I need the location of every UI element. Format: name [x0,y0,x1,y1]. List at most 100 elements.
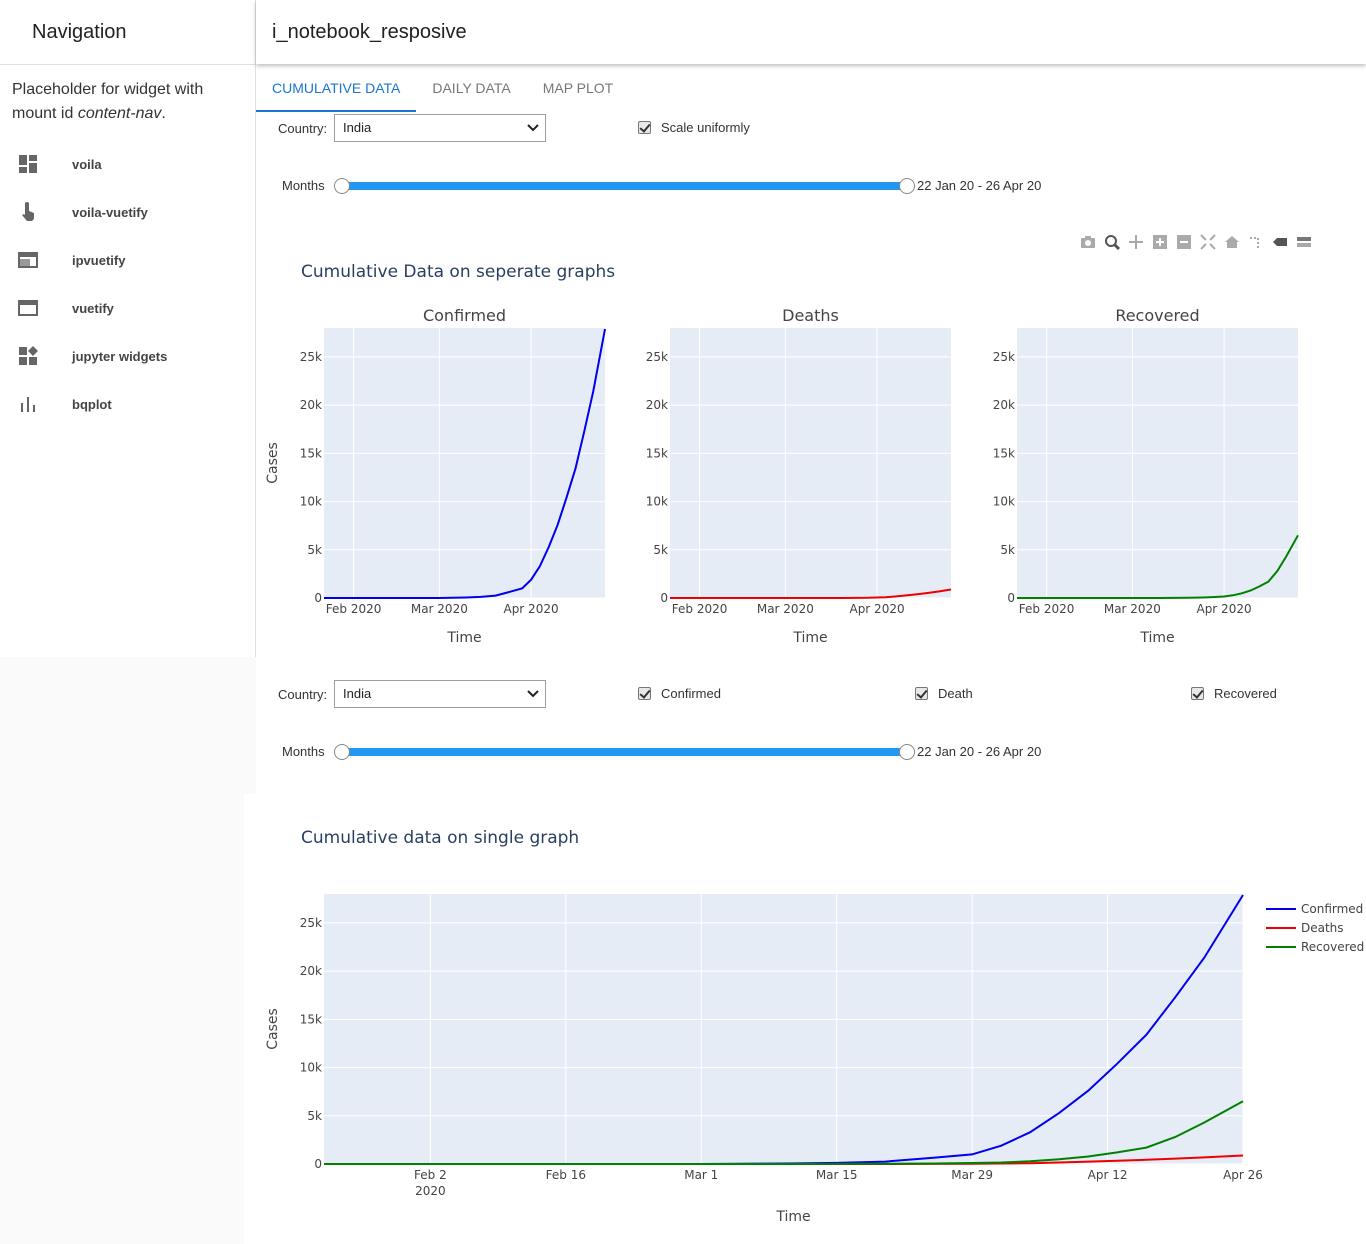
country-select[interactable]: India [334,114,546,142]
y-axis-label: Cases [265,442,281,484]
legend-label-confirmed: Confirmed [1301,902,1363,916]
checkbox-checked-icon [638,121,651,134]
web-window-icon [18,252,38,268]
plot-area [324,894,1243,1164]
y-axis-label: Cases [265,1008,281,1050]
country-select-value: India [343,120,372,135]
y-tick-label: 5k [307,543,322,557]
nav-item-label: voila [72,156,102,172]
y-tick-label: 15k [646,446,668,460]
death-checkbox-label: Death [938,686,973,701]
legend-label-deaths: Deaths [1301,921,1344,935]
country-label-2: Country: [278,687,328,702]
plot-modebar [1080,234,1312,250]
x-tick-label: Mar 15 [816,1168,858,1182]
pan-icon[interactable] [1128,234,1144,250]
y-tick-label: 0 [660,591,668,605]
y-tick-label: 0 [314,1157,322,1171]
nav-item-jupyter-widgets[interactable]: jupyter widgets [0,332,255,380]
y-tick-label: 25k [646,350,668,364]
checkbox-checked-icon [638,687,651,700]
y-tick-label: 15k [300,446,322,460]
months-slider-end-handle[interactable] [899,178,915,194]
tab-map-plot[interactable]: MAP PLOT [527,64,630,112]
confirmed-checkbox[interactable]: Confirmed [638,686,721,701]
nav-item-voila[interactable]: voila [0,140,255,188]
tab-cumulative-data[interactable]: CUMULATIVE DATA [256,64,417,112]
y-tick-label: 20k [993,398,1015,412]
app-bar: i_notebook_resposive [256,0,1366,64]
plot-area [1017,328,1298,598]
bar-chart-icon [21,397,35,412]
nav-item-vuetify[interactable]: vuetify [0,284,255,332]
y-tick-label: 10k [993,495,1015,509]
tab-daily-data[interactable]: DAILY DATA [416,64,526,112]
months-range-readout: 22 Jan 20 - 26 Apr 20 [917,178,1042,193]
y-tick-label: 25k [993,350,1015,364]
nav-item-bqplot[interactable]: bqplot [0,380,255,428]
y-tick-label: 20k [646,398,668,412]
nav-item-label: voila-vuetify [72,204,148,220]
separate-graphs-chart: Feb 2020 Mar 2020 Apr 2020 0 5k 10k 15k 20k 25k C… [265,306,1299,646]
x-tick-label: Mar 2020 [757,602,814,616]
death-checkbox[interactable]: Death [915,686,973,701]
nav-item-label: vuetify [72,300,114,316]
single-graph-chart: Feb 2 2020 Feb 16 Mar 1 Mar 15 Mar 29 Apr 12 Ap… [265,894,1364,1225]
y-tick-label: 20k [300,964,322,978]
x-tick-label: 2020 [415,1184,446,1198]
months-slider-track-2[interactable] [342,748,907,756]
y-tick-label: 25k [300,350,322,364]
plot-title-separate: Cumulative Data on seperate graphs [301,262,616,282]
nav-item-ipvuetify[interactable]: ipvuetify [0,236,255,284]
x-axis-label: Time [775,1209,810,1225]
app-root: Navigation Placeholder for widget with m… [0,0,1366,1244]
placeholder-suffix: . [161,105,166,122]
country-select-2[interactable]: India [334,680,546,708]
subplot-title: Deaths [782,306,839,325]
scale-uniformly-checkbox[interactable]: Scale uniformly [638,120,750,135]
y-tick-label: 10k [300,1061,322,1075]
spike-lines-icon[interactable] [1248,234,1264,250]
placeholder-mount-id: content-nav [77,105,162,122]
checkbox-checked-icon [1191,687,1204,700]
months-slider-start-handle-2[interactable] [334,744,350,760]
country-label: Country: [278,121,328,136]
recovered-checkbox[interactable]: Recovered [1191,686,1277,701]
touch-icon [22,202,34,221]
nav-item-label: bqplot [72,396,112,412]
confirmed-checkbox-label: Confirmed [661,686,721,701]
x-tick-label: Feb 2020 [672,602,728,616]
home-icon[interactable] [1224,234,1240,250]
zoom-in-icon[interactable] [1152,234,1168,250]
subplot-title: Confirmed [423,306,506,325]
zoom-out-icon[interactable] [1176,234,1192,250]
plot-area [324,328,605,598]
nav-item-voila-vuetify[interactable]: voila-vuetify [0,188,255,236]
x-tick-label: Apr 26 [1223,1168,1263,1182]
x-tick-label: Apr 2020 [849,602,904,616]
page-title: i_notebook_resposive [272,21,467,43]
plot-area [670,328,951,598]
nav-list: voila voila-vuetify ipvuetify vuetify ju… [0,140,255,428]
x-tick-label: Mar 2020 [1104,602,1161,616]
zoom-icon[interactable] [1104,234,1120,250]
nav-item-label: jupyter widgets [72,348,168,364]
months-slider-end-handle-2[interactable] [899,744,915,760]
x-tick-label: Feb 16 [546,1168,586,1182]
x-axis-label: Time [446,630,481,646]
y-tick-label: 5k [653,543,668,557]
web-window-icon [18,300,38,316]
recovered-checkbox-label: Recovered [1214,686,1277,701]
months-label: Months [282,178,325,193]
months-slider-track[interactable] [342,182,907,190]
hover-closest-icon[interactable] [1272,234,1288,250]
plot-title-single: Cumulative data on single graph [301,828,580,848]
camera-icon[interactable] [1080,234,1096,250]
x-tick-label: Feb 2 [414,1168,447,1182]
hover-compare-icon[interactable] [1296,234,1312,250]
dashboard-icon [19,155,37,173]
x-tick-label: Feb 2020 [1019,602,1075,616]
autoscale-icon[interactable] [1200,234,1216,250]
y-tick-label: 20k [300,398,322,412]
months-slider-start-handle[interactable] [334,178,350,194]
